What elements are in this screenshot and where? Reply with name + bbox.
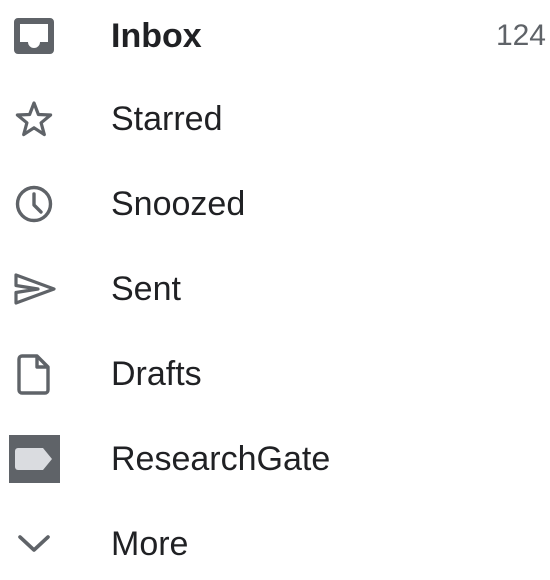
sidebar-item-snoozed[interactable]: Snoozed [0, 168, 550, 240]
label-tag-icon [8, 435, 60, 483]
sidebar-item-label: Snoozed [111, 185, 246, 223]
mail-sidebar-nav: Inbox 124 Starred Snoozed Sent Drafts Re… [0, 0, 550, 563]
sidebar-item-label: ResearchGate [111, 440, 331, 478]
send-icon [8, 265, 60, 313]
draft-document-icon [8, 350, 60, 398]
sidebar-item-researchgate[interactable]: ResearchGate [0, 423, 550, 495]
clock-icon [8, 180, 60, 228]
unread-count: 124 [495, 19, 546, 52]
sidebar-item-starred[interactable]: Starred [0, 83, 550, 155]
sidebar-item-drafts[interactable]: Drafts [0, 338, 550, 410]
star-outline-icon [8, 95, 60, 143]
chevron-down-icon [8, 520, 60, 568]
sidebar-item-label: Starred [111, 100, 223, 138]
sidebar-item-label: More [111, 525, 189, 563]
sidebar-item-label: Drafts [111, 355, 202, 393]
sidebar-item-sent[interactable]: Sent [0, 253, 550, 325]
sidebar-item-label: Sent [111, 270, 181, 308]
sidebar-item-inbox[interactable]: Inbox 124 [0, 0, 550, 72]
sidebar-item-label: Inbox [111, 17, 202, 55]
sidebar-item-more[interactable]: More [0, 508, 550, 580]
inbox-icon [8, 12, 60, 60]
